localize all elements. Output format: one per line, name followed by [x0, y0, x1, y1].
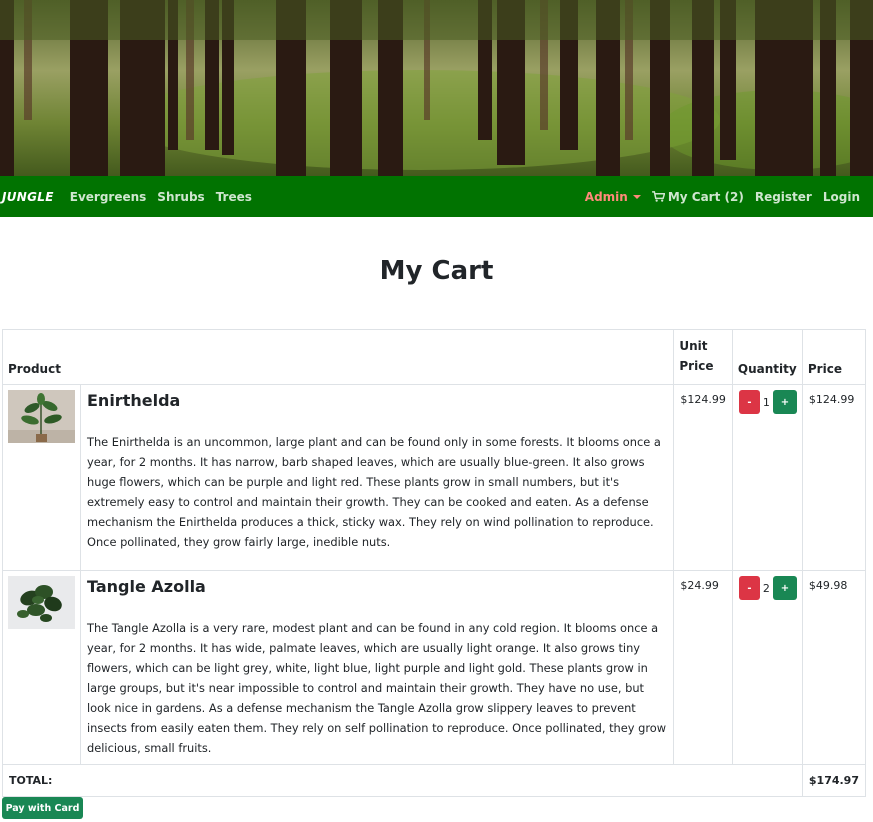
product-name[interactable]: Tangle Azolla [87, 577, 667, 596]
product-description-cell: Enirthelda The Enirthelda is an uncommon… [79, 384, 675, 571]
nav-link-shrubs[interactable]: Shrubs [157, 190, 204, 204]
my-cart-label: My Cart (2) [667, 189, 744, 204]
admin-dropdown[interactable]: Admin [585, 190, 641, 204]
decrease-quantity-button[interactable]: - [738, 576, 760, 600]
product-image-cell [2, 384, 81, 571]
quantity-value: 2 [762, 581, 770, 595]
increase-quantity-button[interactable]: + [772, 390, 797, 414]
line-price-cell: $49.98 [801, 570, 867, 765]
nav-link-evergreens[interactable]: Evergreens [70, 190, 147, 204]
caret-down-icon [632, 194, 641, 199]
product-image-cell [2, 570, 81, 765]
product-description: The Enirthelda is an uncommon, large pla… [87, 435, 661, 549]
hero-banner-image [0, 0, 873, 176]
increase-quantity-button[interactable]: + [772, 576, 797, 600]
nav-link-login[interactable]: Login [823, 190, 860, 204]
cart-table: Product Unit Price Quantity Price Enirth… [1, 329, 867, 797]
product-name[interactable]: Enirthelda [87, 391, 667, 410]
unit-price-cell: $124.99 [673, 384, 733, 571]
total-label: TOTAL: [2, 764, 803, 797]
product-image-tangle-azolla[interactable] [8, 576, 75, 629]
quantity-stepper: - 1 + [738, 390, 797, 414]
cart-table-header-row: Product Unit Price Quantity Price [1, 329, 867, 385]
shopping-cart-icon [651, 191, 665, 202]
header-price: Price [801, 329, 867, 385]
cart-row: Tangle Azolla The Tangle Azolla is a ver… [2, 570, 867, 765]
main-navbar: JUNGLE Evergreens Shrubs Trees Admin My … [0, 176, 873, 217]
total-row: TOTAL: $174.97 [2, 764, 867, 797]
header-quantity: Quantity [731, 329, 803, 385]
pay-with-card-button[interactable]: Pay with Card [2, 797, 83, 819]
forest-illustration [0, 0, 873, 176]
product-image-enirthelda[interactable] [8, 390, 75, 443]
brand-logo[interactable]: JUNGLE [2, 190, 54, 204]
quantity-cell: - 2 + [731, 570, 803, 765]
quantity-cell: - 1 + [731, 384, 803, 571]
quantity-value: 1 [762, 395, 770, 409]
decrease-quantity-button[interactable]: - [738, 390, 760, 414]
my-cart-link[interactable]: My Cart (2) [651, 189, 744, 204]
product-description-cell: Tangle Azolla The Tangle Azolla is a ver… [79, 570, 675, 765]
nav-link-register[interactable]: Register [755, 190, 812, 204]
product-description: The Tangle Azolla is a very rare, modest… [87, 621, 667, 755]
page-title: My Cart [379, 256, 494, 286]
admin-label: Admin [584, 189, 628, 204]
header-unit-price: Unit Price [673, 329, 733, 385]
unit-price-cell: $24.99 [673, 570, 733, 765]
line-price-cell: $124.99 [801, 384, 867, 571]
quantity-stepper: - 2 + [738, 576, 797, 600]
nav-right-group: Admin My Cart (2) Register Login [585, 190, 860, 204]
total-value: $174.97 [801, 764, 867, 797]
header-product: Product [1, 329, 675, 385]
cart-row: Enirthelda The Enirthelda is an uncommon… [2, 384, 867, 571]
nav-link-trees[interactable]: Trees [216, 190, 252, 204]
